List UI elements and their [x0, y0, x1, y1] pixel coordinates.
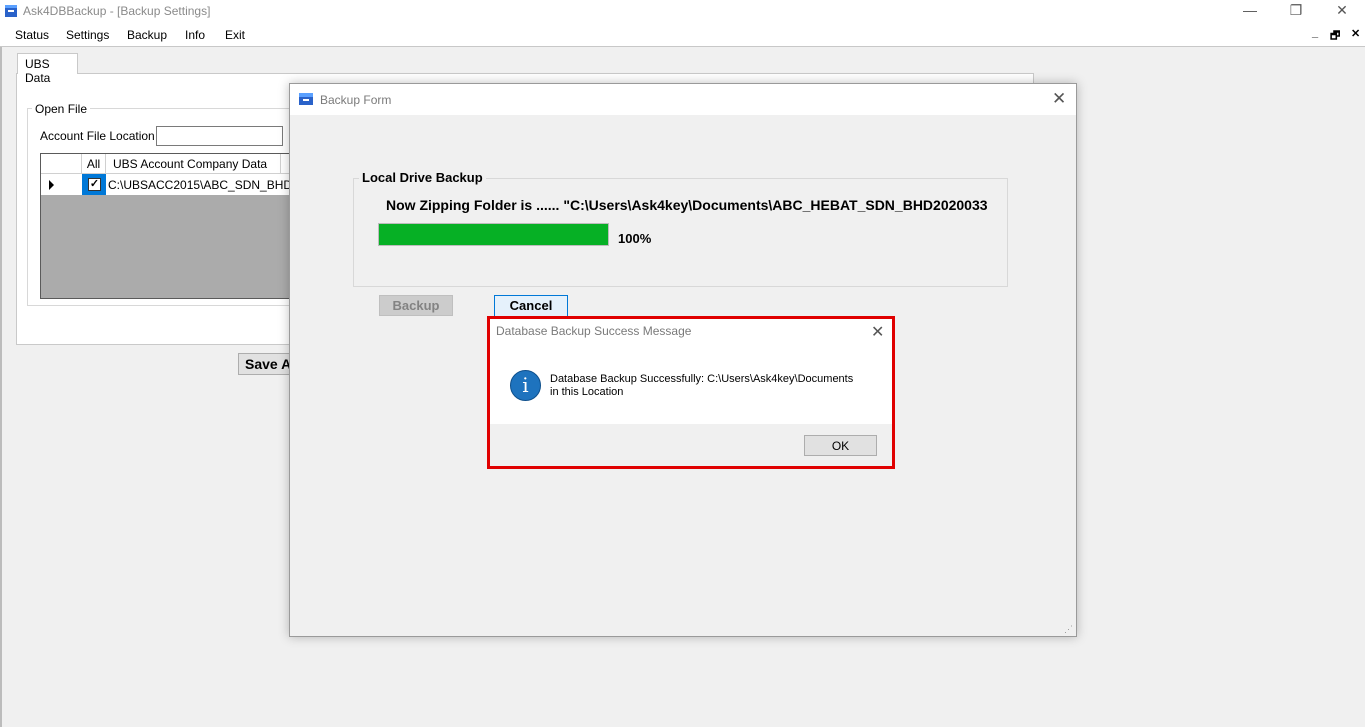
row-checkbox[interactable]: ✓: [88, 178, 101, 191]
mdi-close-button[interactable]: ✕: [1351, 27, 1360, 40]
minimize-button[interactable]: —: [1227, 0, 1273, 23]
menu-settings[interactable]: Settings: [66, 28, 109, 42]
menu-info[interactable]: Info: [185, 28, 205, 42]
resize-grip-icon[interactable]: ⋰: [1064, 624, 1073, 635]
client-border: [0, 47, 2, 727]
menu-backup[interactable]: Backup: [127, 28, 167, 42]
menu-bar: Status Settings Backup Info Exit _ 🗗 ✕: [0, 23, 1365, 47]
open-file-group-label: Open File: [32, 102, 91, 116]
app-icon: [5, 5, 17, 17]
close-button[interactable]: ✕: [1319, 0, 1365, 23]
table-row[interactable]: ✓ C:\UBSACC2015\ABC_SDN_BHD: [41, 174, 292, 195]
grid-header: All UBS Account Company Data: [41, 154, 292, 174]
grid-row-header-cell: [41, 154, 82, 174]
grid-header-company[interactable]: UBS Account Company Data: [106, 154, 281, 174]
backup-progress-bar: [378, 223, 609, 246]
zipping-status-text: Now Zipping Folder is ...... "C:\Users\A…: [386, 197, 988, 213]
backup-progress-fill: [379, 224, 608, 245]
backup-form-title: Backup Form: [320, 93, 392, 107]
backup-button[interactable]: Backup: [379, 295, 453, 316]
tab-ubs-data[interactable]: UBS Data: [17, 53, 78, 85]
local-drive-backup-label: Local Drive Backup: [359, 170, 486, 185]
grid-header-all[interactable]: All: [82, 154, 106, 174]
maximize-button[interactable]: ❐: [1273, 0, 1319, 23]
progress-percent-label: 100%: [618, 231, 652, 246]
highlight-box: [487, 316, 895, 469]
mdi-restore-button[interactable]: 🗗: [1330, 27, 1340, 46]
company-data-grid[interactable]: All UBS Account Company Data ✓ C:\UBSACC…: [40, 153, 292, 299]
account-file-location-label: Account File Location: [40, 129, 155, 143]
menu-status[interactable]: Status: [15, 28, 49, 42]
backup-form-title-bar: Backup Form ✕: [290, 84, 1076, 115]
row-company-path: C:\UBSACC2015\ABC_SDN_BHD: [108, 178, 293, 192]
location-input[interactable]: [156, 126, 283, 146]
window-title-bar: Ask4DBBackup - [Backup Settings] — ❐ ✕: [0, 0, 1365, 23]
row-select-cell[interactable]: ✓: [82, 174, 106, 195]
menu-exit[interactable]: Exit: [225, 28, 245, 42]
row-pointer-icon: [49, 180, 54, 190]
window-title: Ask4DBBackup - [Backup Settings]: [23, 4, 211, 18]
backup-form-icon: [299, 93, 313, 105]
backup-form-close-icon[interactable]: ✕: [1052, 89, 1066, 109]
mdi-minimize-button[interactable]: _: [1312, 27, 1318, 39]
cancel-button[interactable]: Cancel: [494, 295, 568, 317]
